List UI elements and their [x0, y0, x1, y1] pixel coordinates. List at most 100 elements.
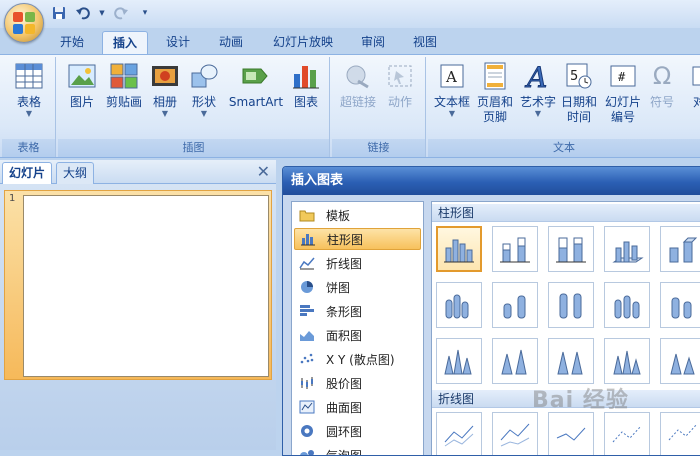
category-label: 折线图 [326, 255, 362, 272]
office-button[interactable] [4, 3, 44, 43]
tab-insert[interactable]: 插入 [102, 31, 148, 54]
chart-thumb-percent-cylinder[interactable] [548, 282, 594, 328]
category-area[interactable]: 面积图 [294, 324, 421, 346]
tab-slideshow[interactable]: 幻灯片放映 [264, 31, 342, 54]
date-time-button[interactable]: 5 日期和 时间 [558, 61, 600, 125]
svg-text:A: A [445, 68, 457, 86]
chart-thumb-percent-line[interactable] [548, 412, 594, 456]
chart-thumb-stacked-line[interactable] [492, 412, 538, 456]
chart-thumb-3d-cylinder-2[interactable] [660, 282, 700, 328]
album-button[interactable]: 相册 ▼ [148, 61, 182, 118]
save-icon[interactable] [50, 5, 68, 21]
tab-outline[interactable]: 大纲 [56, 162, 94, 184]
wordart-icon: A [523, 61, 553, 91]
category-doughnut[interactable]: 圆环图 [294, 420, 421, 442]
tab-home[interactable]: 开始 [50, 31, 94, 54]
object-icon [684, 61, 700, 91]
category-label: 面积图 [326, 327, 362, 344]
chart-thumb-3d-stacked-column[interactable] [660, 226, 700, 272]
chart-thumb-percent-cone[interactable] [548, 338, 594, 384]
category-pie[interactable]: 饼图 [294, 276, 421, 298]
line-chart-icon [298, 255, 316, 271]
surface-chart-icon [298, 399, 316, 415]
smartart-button[interactable]: SmartArt [228, 61, 284, 110]
title-bar: ▼ ▾ [0, 0, 700, 28]
tab-slides[interactable]: 幻灯片 [2, 162, 52, 184]
album-label: 相册 [153, 95, 177, 110]
quick-access-toolbar: ▼ ▾ [50, 5, 154, 21]
picture-icon [67, 61, 97, 91]
redo-icon[interactable] [112, 5, 130, 21]
category-bar[interactable]: 条形图 [294, 300, 421, 322]
tab-design[interactable]: 设计 [156, 31, 200, 54]
insert-chart-dialog: 插入图表 模板 柱形图 折线图 饼图 条形图 面积图 X Y (散点图) [282, 166, 700, 456]
slide-thumbnail[interactable] [23, 195, 269, 377]
ribbon-tabs: 开始 插入 设计 动画 幻灯片放映 审阅 视图 [0, 28, 700, 54]
stock-chart-icon [298, 375, 316, 391]
chart-thumb-clustered-column[interactable] [436, 226, 482, 272]
chart-thumb-percent-column[interactable] [548, 226, 594, 272]
category-bubble[interactable]: 气泡图 [294, 444, 421, 456]
symbol-button[interactable]: Ω 符号 [644, 61, 680, 110]
textbox-button[interactable]: A 文本框 ▼ [432, 61, 472, 118]
slides-pane: 幻灯片 大纲 ✕ 1 [0, 160, 276, 450]
close-icon[interactable]: ✕ [257, 162, 270, 181]
chart-button[interactable]: 图表 [288, 61, 324, 110]
category-column[interactable]: 柱形图 [294, 228, 421, 250]
chart-thumb-3d-cone[interactable] [604, 338, 650, 384]
group-text: A 文本框 ▼ 页眉和 页脚 A 艺术字 ▼ 5 日期和 时间 # [428, 57, 700, 157]
svg-text:5: 5 [570, 69, 578, 84]
slide-thumbnail-selected[interactable]: 1 [4, 190, 272, 380]
group-links: 超链接 动作 链接 [332, 57, 426, 157]
shapes-button[interactable]: 形状 ▼ [186, 61, 222, 118]
smartart-label: SmartArt [229, 95, 283, 110]
category-stock[interactable]: 股价图 [294, 372, 421, 394]
bar-chart-icon [298, 303, 316, 319]
ribbon: 表格 ▼ 表格 图片 剪贴画 相册 ▼ [0, 54, 700, 158]
table-button[interactable]: 表格 ▼ [8, 61, 50, 118]
category-scatter[interactable]: X Y (散点图) [294, 348, 421, 370]
wordart-button[interactable]: A 艺术字 ▼ [518, 61, 558, 118]
chart-thumb-stacked-cylinder[interactable] [492, 282, 538, 328]
tab-review[interactable]: 审阅 [350, 31, 396, 54]
clipart-label: 剪贴画 [106, 95, 142, 110]
undo-dropdown-icon[interactable]: ▼ [98, 5, 106, 21]
object-button[interactable]: 对 [684, 61, 700, 110]
hyperlink-button[interactable]: 超链接 [336, 61, 380, 110]
tab-view[interactable]: 视图 [402, 31, 448, 54]
textbox-icon: A [437, 61, 467, 91]
chart-thumb-stacked-column[interactable] [492, 226, 538, 272]
chart-thumb-3d-cone-2[interactable] [660, 338, 700, 384]
chart-thumb-clustered-cone[interactable] [436, 338, 482, 384]
chart-thumb-line-markers[interactable] [604, 412, 650, 456]
chart-thumb-stacked-cone[interactable] [492, 338, 538, 384]
svg-text:#: # [618, 70, 626, 84]
group-label-text: 文本 [428, 139, 700, 157]
chart-thumb-line[interactable] [436, 412, 482, 456]
smartart-icon [241, 61, 271, 91]
picture-button[interactable]: 图片 [64, 61, 100, 110]
category-surface[interactable]: 曲面图 [294, 396, 421, 418]
hyperlink-icon [343, 61, 373, 91]
chart-thumb-stacked-line-markers[interactable] [660, 412, 700, 456]
group-label-table: 表格 [2, 139, 55, 157]
clipart-button[interactable]: 剪贴画 [102, 61, 146, 110]
chart-thumb-3d-clustered-column[interactable] [604, 226, 650, 272]
chart-thumb-3d-cylinder[interactable] [604, 282, 650, 328]
action-icon [385, 61, 415, 91]
doughnut-chart-icon [298, 423, 316, 439]
category-label: X Y (散点图) [326, 351, 395, 368]
header-footer-button[interactable]: 页眉和 页脚 [474, 61, 516, 125]
customize-qat-icon[interactable]: ▾ [136, 5, 154, 21]
table-icon [14, 61, 44, 91]
category-line[interactable]: 折线图 [294, 252, 421, 274]
category-templates[interactable]: 模板 [294, 204, 421, 226]
picture-label: 图片 [70, 95, 94, 110]
chart-thumb-clustered-cylinder[interactable] [436, 282, 482, 328]
tab-animation[interactable]: 动画 [208, 31, 254, 54]
category-label: 饼图 [326, 279, 350, 296]
action-button[interactable]: 动作 [382, 61, 418, 110]
undo-icon[interactable] [74, 5, 92, 21]
slide-number-button[interactable]: # 幻灯片 编号 [602, 61, 644, 125]
group-table: 表格 ▼ 表格 [2, 57, 56, 157]
